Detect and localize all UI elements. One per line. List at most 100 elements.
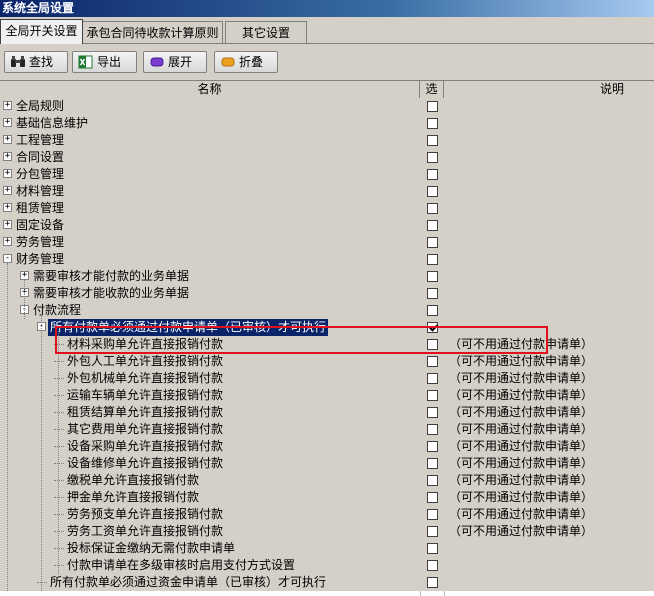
select-checkbox[interactable] <box>427 169 438 180</box>
expand-node-icon[interactable]: + <box>3 203 12 212</box>
select-checkbox[interactable] <box>427 356 438 367</box>
select-checkbox[interactable] <box>427 424 438 435</box>
tree-row-label: 外包机械单允许直接报销付款 <box>67 371 224 385</box>
tree-connector <box>37 582 47 583</box>
select-checkbox[interactable] <box>427 441 438 452</box>
tree-row[interactable]: 押金单允许直接报销付款 （可不用通过付款申请单） <box>0 489 654 506</box>
expand-node-icon[interactable]: + <box>3 237 12 246</box>
tree-row[interactable]: + 工程管理 <box>0 132 654 149</box>
tree-connector <box>54 531 64 532</box>
select-checkbox[interactable] <box>427 152 438 163</box>
column-header-select[interactable]: 选 <box>420 81 444 98</box>
tree-row[interactable]: 设备采购单允许直接报销付款 （可不用通过付款申请单） <box>0 438 654 455</box>
select-checkbox[interactable] <box>427 373 438 384</box>
collapse-button[interactable]: 折叠 <box>214 51 278 73</box>
expand-node-icon[interactable]: + <box>3 186 12 195</box>
tree-row-label: 押金单允许直接报销付款 <box>67 490 200 504</box>
tree-row[interactable]: 运输车辆单允许直接报销付款 （可不用通过付款申请单） <box>0 387 654 404</box>
expand-node-icon[interactable]: + <box>3 152 12 161</box>
tree-row[interactable]: 所有付款单必须通过资金申请单（已审核）才可执行 <box>0 574 654 591</box>
tree-connector <box>54 378 64 379</box>
tree-row-label: 租赁结算单允许直接报销付款 <box>67 405 224 419</box>
select-checkbox[interactable] <box>427 475 438 486</box>
select-checkbox[interactable] <box>427 390 438 401</box>
tree-connector <box>54 463 64 464</box>
tab-divider <box>0 43 654 44</box>
select-checkbox[interactable] <box>427 220 438 231</box>
select-checkbox[interactable] <box>427 577 438 588</box>
select-checkbox[interactable] <box>427 135 438 146</box>
tree-row[interactable]: 投标保证金缴纳无需付款申请单 <box>0 540 654 557</box>
expand-node-icon[interactable]: + <box>3 101 12 110</box>
tree-row[interactable]: - 财务管理 <box>0 251 654 268</box>
tree-row[interactable]: + 基础信息维护 <box>0 115 654 132</box>
select-checkbox[interactable] <box>427 271 438 282</box>
tab-global-switch[interactable]: 全局开关设置 <box>0 19 83 44</box>
tree-row[interactable]: + 固定设备 <box>0 217 654 234</box>
tree-row[interactable]: + 分包管理 <box>0 166 654 183</box>
select-checkbox[interactable] <box>427 254 438 265</box>
tree-row[interactable]: 缴税单允许直接报销付款 （可不用通过付款申请单） <box>0 472 654 489</box>
tree-row[interactable]: 材料采购单允许直接报销付款 （可不用通过付款申请单） <box>0 336 654 353</box>
expand-node-icon[interactable]: + <box>3 169 12 178</box>
row-description: （可不用通过付款申请单） <box>449 337 594 351</box>
tree-row[interactable]: 其它费用单允许直接报销付款 （可不用通过付款申请单） <box>0 421 654 438</box>
tree-row[interactable]: 付款申请单在多级审核时启用支付方式设置 <box>0 557 654 574</box>
column-header-name[interactable]: 名称 <box>0 81 420 98</box>
select-checkbox[interactable] <box>427 339 438 350</box>
tree-row[interactable]: + 材料管理 <box>0 183 654 200</box>
expand-node-icon[interactable]: + <box>3 135 12 144</box>
row-description: （可不用通过付款申请单） <box>449 490 594 504</box>
select-checkbox[interactable] <box>427 186 438 197</box>
tree-row[interactable]: + 劳务管理 <box>0 234 654 251</box>
select-checkbox[interactable] <box>427 458 438 469</box>
column-header-desc[interactable]: 说明 <box>444 81 654 98</box>
expand-node-icon[interactable]: + <box>20 271 29 280</box>
tree-row[interactable]: 劳务预支单允许直接报销付款 （可不用通过付款申请单） <box>0 506 654 523</box>
tree-row[interactable]: 设备维修单允许直接报销付款 （可不用通过付款申请单） <box>0 455 654 472</box>
tab-contract-receivable[interactable]: 承包合同待收款计算原则 <box>82 21 223 43</box>
select-checkbox[interactable] <box>427 322 438 333</box>
excel-icon <box>78 55 94 69</box>
select-checkbox[interactable] <box>427 203 438 214</box>
expand-button[interactable]: 展开 <box>143 51 207 73</box>
select-checkbox[interactable] <box>427 288 438 299</box>
expand-node-icon[interactable]: + <box>3 220 12 229</box>
tree-row[interactable]: + 租赁管理 <box>0 200 654 217</box>
select-checkbox[interactable] <box>427 237 438 248</box>
tree-row[interactable]: - 所有付款单必须通过付款申请单（已审核）才可执行 <box>0 319 654 336</box>
tree-row-label: 所有付款单必须通过付款申请单（已审核）才可执行 <box>48 319 329 336</box>
tree-row-label: 固定设备 <box>16 218 65 232</box>
tree-row[interactable]: + 需要审核才能收款的业务单据 <box>0 285 654 302</box>
select-checkbox[interactable] <box>427 543 438 554</box>
tree-row-label: 劳务工资单允许直接报销付款 <box>67 524 224 538</box>
expand-node-icon[interactable]: + <box>3 118 12 127</box>
tree-connector <box>54 565 64 566</box>
tree-row-label: 基础信息维护 <box>16 116 89 130</box>
collapse-node-icon[interactable]: - <box>3 254 12 263</box>
select-checkbox[interactable] <box>427 118 438 129</box>
select-checkbox[interactable] <box>427 509 438 520</box>
find-button[interactable]: 查找 <box>4 51 68 73</box>
tree-row[interactable]: - 付款流程 <box>0 302 654 319</box>
select-checkbox[interactable] <box>427 407 438 418</box>
row-description: （可不用通过付款申请单） <box>449 422 594 436</box>
tree-row[interactable]: 租赁结算单允许直接报销付款 （可不用通过付款申请单） <box>0 404 654 421</box>
tree-row[interactable]: 劳务工资单允许直接报销付款 （可不用通过付款申请单） <box>0 523 654 540</box>
tree-connector <box>54 446 64 447</box>
tree-row[interactable]: + 合同设置 <box>0 149 654 166</box>
tree-row[interactable]: 外包机械单允许直接报销付款 （可不用通过付款申请单） <box>0 370 654 387</box>
tree-row[interactable]: 外包人工单允许直接报销付款 （可不用通过付款申请单） <box>0 353 654 370</box>
select-checkbox[interactable] <box>427 492 438 503</box>
tab-other-settings[interactable]: 其它设置 <box>225 21 307 43</box>
select-checkbox[interactable] <box>427 560 438 571</box>
tree-row[interactable]: + 全局规则 <box>0 98 654 115</box>
tree-row[interactable]: + 需要审核才能付款的业务单据 <box>0 268 654 285</box>
select-checkbox[interactable] <box>427 305 438 316</box>
tree-row-label: 材料采购单允许直接报销付款 <box>67 337 224 351</box>
select-checkbox[interactable] <box>427 526 438 537</box>
select-checkbox[interactable] <box>427 101 438 112</box>
tree-row-label: 分包管理 <box>16 167 65 181</box>
export-button[interactable]: 导出 <box>72 51 137 73</box>
find-button-label: 查找 <box>29 55 54 69</box>
